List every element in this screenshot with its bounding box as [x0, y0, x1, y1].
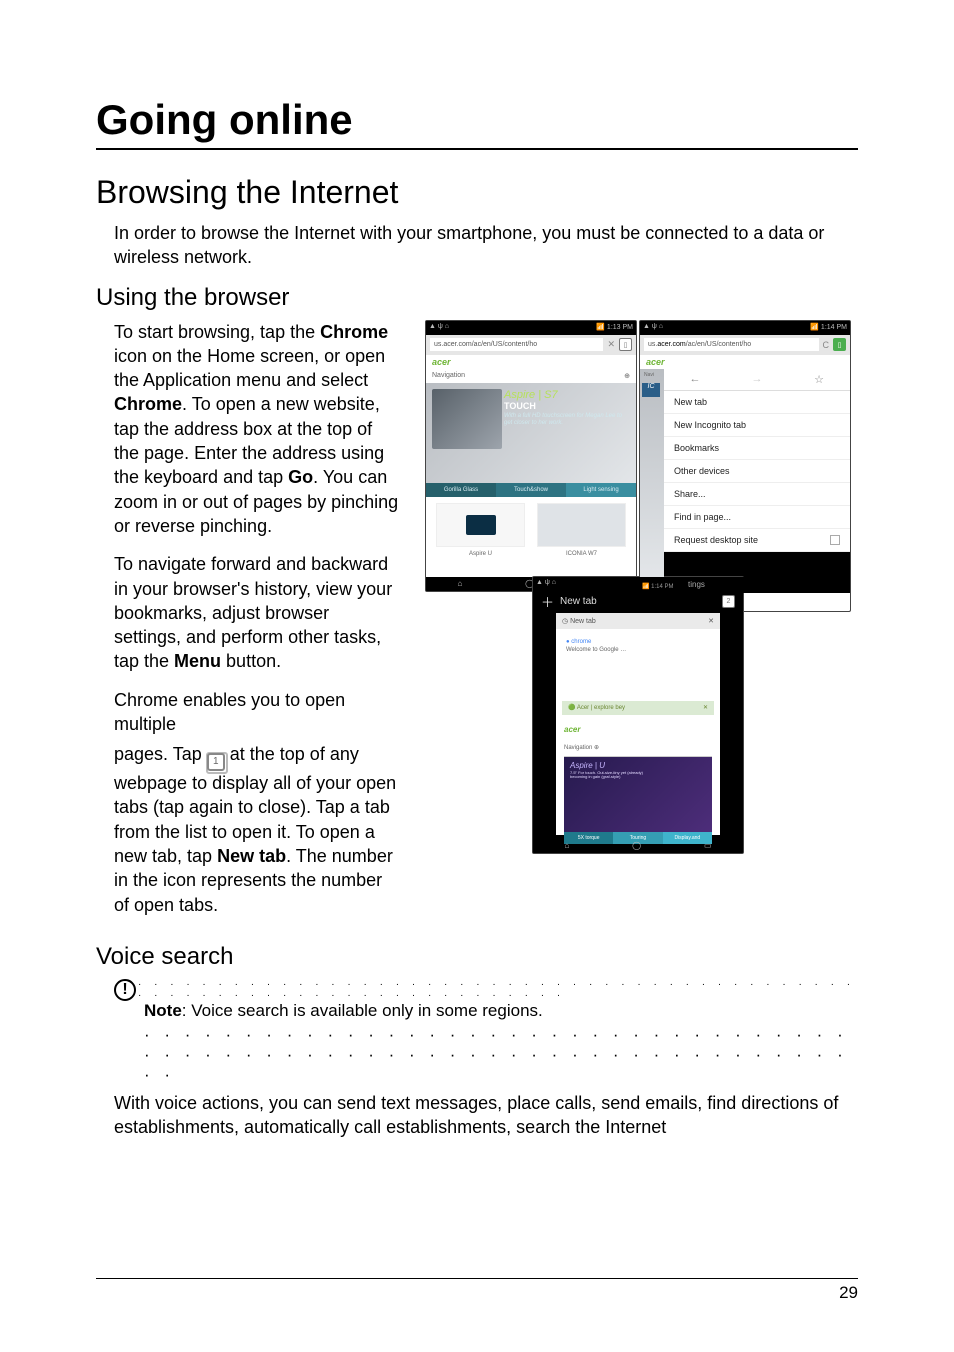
screenshot-collage: ▲ ψ ⌂📶 1:13 PM us.acer.com/ac/en/US/cont…: [418, 320, 858, 854]
intro-paragraph: In order to browse the Internet with you…: [114, 221, 858, 270]
menu-item[interactable]: New tab: [664, 391, 850, 414]
menu-item[interactable]: Find in page...: [664, 506, 850, 529]
para-chrome-start: To start browsing, tap the Chrome icon o…: [114, 320, 400, 539]
menu-item[interactable]: Other devices: [664, 460, 850, 483]
para-menu-button: To navigate forward and backward in your…: [114, 552, 400, 673]
screenshot-browser: ▲ ψ ⌂📶 1:13 PM us.acer.com/ac/en/US/cont…: [425, 320, 637, 592]
page-title: Going online: [96, 96, 858, 144]
para-multiple-pages: Chrome enables you to open multiple: [114, 688, 400, 737]
menu-item[interactable]: Share...: [664, 483, 850, 506]
menu-item[interactable]: New Incognito tab: [664, 414, 850, 437]
page-number: 29: [96, 1278, 858, 1303]
address-bar[interactable]: us.acer.com/ac/en/US/content/ho: [644, 338, 819, 351]
acer-logo: acer: [432, 357, 451, 367]
note-block: ! · · · · · · · · · · · · · · · · · · · …: [114, 979, 858, 1085]
heading-browsing: Browsing the Internet: [96, 174, 858, 211]
menu-item[interactable]: Request desktop site: [664, 529, 850, 552]
tabs-button-icon[interactable]: ▯: [833, 338, 846, 351]
tabs-icon: 1: [207, 753, 225, 771]
title-rule: [96, 148, 858, 150]
screenshot-tabs: ▲ ψ ⌂📶 1:14 PM ＋New tab2 ◷ New tab✕ ● ch…: [532, 576, 744, 854]
para-voice-actions: With voice actions, you can send text me…: [114, 1091, 858, 1140]
menu-nav-row[interactable]: ←→☆: [664, 369, 850, 391]
tabs-button-icon[interactable]: ▯: [619, 338, 632, 351]
note-icon: !: [114, 979, 136, 1001]
para-tabs: pages. Tap 1 at the top of any webpage t…: [114, 742, 400, 917]
screenshot-menu: ▲ ψ ⌂📶 1:14 PM us.acer.com/ac/en/US/cont…: [639, 320, 851, 612]
menu-item[interactable]: Bookmarks: [664, 437, 850, 460]
new-tab-button[interactable]: ＋New tab2: [533, 591, 743, 613]
heading-using-browser: Using the browser: [96, 284, 858, 312]
heading-voice-search: Voice search: [96, 943, 858, 971]
address-bar[interactable]: us.acer.com/ac/en/US/content/ho: [430, 338, 603, 351]
